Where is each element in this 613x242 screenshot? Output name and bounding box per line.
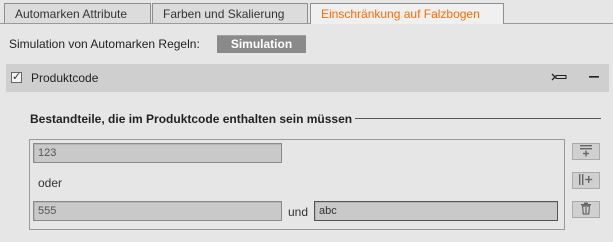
- delete-button[interactable]: [572, 201, 600, 218]
- group-title: Bestandteile, die im Produktcode enthalt…: [30, 112, 353, 126]
- add-or-row-button[interactable]: [572, 143, 600, 160]
- add-and-column-button[interactable]: [572, 172, 600, 189]
- oder-label: oder: [38, 176, 63, 190]
- collapse-icon[interactable]: [551, 70, 567, 84]
- rules-panel: 123 oder 555 und abc: [29, 139, 565, 230]
- simulation-button[interactable]: Simulation: [217, 35, 306, 53]
- tab-farben-skalierung[interactable]: Farben und Skalierung: [152, 3, 308, 23]
- trash-icon: [580, 202, 592, 218]
- simulation-label: Simulation von Automarken Regeln:: [9, 37, 200, 51]
- minus-icon[interactable]: [586, 70, 602, 84]
- group-title-divider: [355, 118, 601, 119]
- add-and-column-icon: [578, 173, 594, 189]
- checkmark-icon: ✓: [12, 71, 22, 83]
- tab-einschraenkung-falzbogen[interactable]: Einschränkung auf Falzbogen: [310, 3, 504, 24]
- section-title: Produktcode: [31, 71, 99, 85]
- tab-bar: Automarken Attribute Farben und Skalieru…: [0, 0, 613, 24]
- section-header-produktcode: ✓ Produktcode: [6, 64, 609, 92]
- code-field-1[interactable]: 123: [33, 143, 282, 163]
- produktcode-checkbox[interactable]: ✓: [11, 72, 22, 83]
- code-field-2[interactable]: 555: [33, 201, 282, 221]
- und-label: und: [288, 205, 309, 219]
- tab-automarken-attribute[interactable]: Automarken Attribute: [4, 3, 151, 23]
- add-or-row-icon: [579, 144, 593, 160]
- code-field-3[interactable]: abc: [314, 201, 558, 221]
